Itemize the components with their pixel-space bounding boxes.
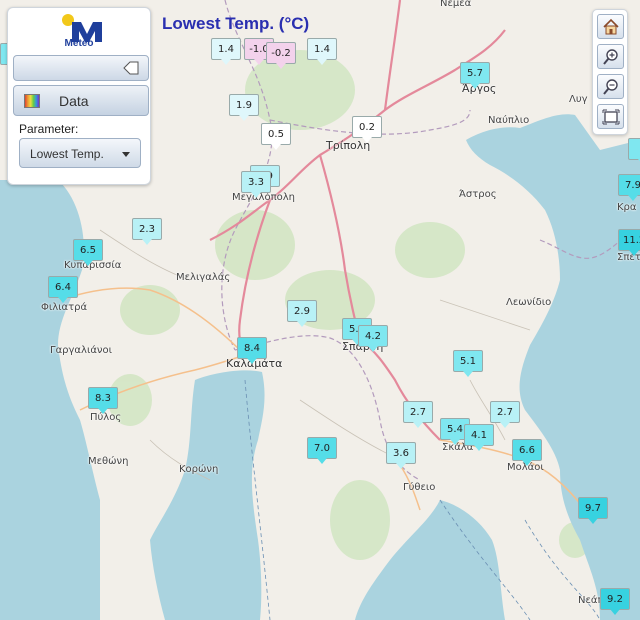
full-extent-icon [602,109,620,125]
place-nemea: Νεμέα [440,0,472,9]
zoom-in-button[interactable] [597,44,624,69]
logo-text: Meteo [64,38,94,49]
data-button[interactable]: Data [13,85,149,116]
station-marker[interactable]: -0.2 [266,42,296,69]
station-marker[interactable]: 3.3 [241,171,271,198]
home-icon [603,18,619,35]
zoom-in-icon [603,49,618,65]
station-marker[interactable]: 9.2 [600,588,630,615]
station-marker[interactable]: 4.1 [464,424,494,451]
station-marker[interactable]: 4 [628,138,640,165]
parameter-value: Lowest Temp. [30,147,104,161]
place-gargalianoi: Γαργαλιάνοι [50,345,113,356]
slider-handle-icon[interactable] [122,60,140,76]
station-marker[interactable]: 5.1 [453,350,483,377]
place-methoni: Μεθώνη [88,456,129,467]
full-extent-button[interactable] [597,104,624,129]
home-button[interactable] [597,14,624,39]
place-gytheio: Γύθειο [403,482,436,493]
station-marker[interactable]: 2.3 [132,218,162,245]
station-marker[interactable]: 9.7 [578,497,608,524]
station-marker[interactable]: 1.4 [211,38,241,65]
place-lygourio: Λυγ [569,94,588,105]
station-marker[interactable]: 0.5 [261,123,291,150]
station-marker[interactable]: 5.7 [460,62,490,89]
parameter-label: Parameter: [19,122,79,136]
data-button-label: Data [59,93,89,109]
map-toolbar [592,9,628,135]
place-kranidi: Κρα [617,202,637,213]
place-nafplio: Ναύπλιο [488,115,530,126]
station-marker[interactable]: 1.4 [307,38,337,65]
station-marker[interactable]: 0.2 [352,116,382,143]
station-marker[interactable]: 3.6 [386,442,416,469]
station-marker[interactable]: 6.6 [512,439,542,466]
zoom-out-icon [603,79,618,95]
station-marker[interactable]: 2.7 [403,401,433,428]
place-megalopoli: Μεγαλόπολη [232,192,295,203]
station-marker[interactable]: 6.4 [48,276,78,303]
chevron-down-icon [122,152,130,157]
control-panel: Meteo Data Parameter: Lowest Temp. [7,7,151,185]
station-marker[interactable]: 1.9 [229,94,259,121]
station-marker[interactable]: 6.5 [73,239,103,266]
station-marker[interactable]: 8.4 [237,337,267,364]
station-marker[interactable]: 7.0 [307,437,337,464]
station-marker[interactable]: 2.7 [490,401,520,428]
time-slider[interactable] [13,55,149,81]
station-marker[interactable]: 8.3 [88,387,118,414]
station-marker[interactable]: 2.9 [287,300,317,327]
parameter-select[interactable]: Lowest Temp. [19,138,141,168]
color-scale-icon [24,94,40,108]
place-filiatra: Φιλιατρά [41,302,88,313]
station-marker[interactable]: 7.9 [618,174,640,201]
station-marker[interactable]: 11.2 [618,229,640,256]
map-title: Lowest Temp. (°C) [162,14,310,33]
place-koroni: Κορώνη [179,464,219,475]
place-leonidio: Λεωνίδιο [506,297,552,308]
meteo-logo [62,14,102,42]
zoom-out-button[interactable] [597,74,624,99]
station-marker[interactable]: 4.2 [358,325,388,352]
place-astros: Άστρος [459,189,497,200]
place-meligalas: Μελιγαλάς [176,272,231,283]
